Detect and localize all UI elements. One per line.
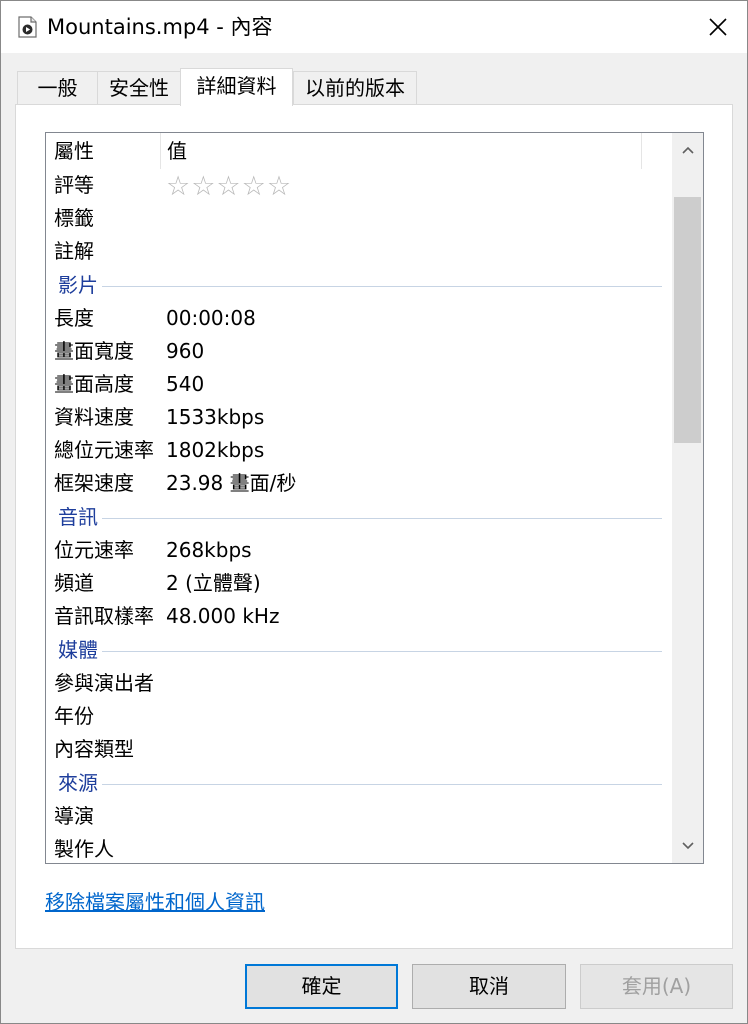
property-row[interactable]: 畫面高度 540	[46, 368, 672, 401]
group-header-audio: 音訊	[46, 501, 672, 534]
group-divider	[58, 518, 662, 519]
details-panel: 屬性 值 評等 ☆☆☆☆☆ 標籤 註解 影片 長度 00:00:08 畫面寬度 …	[15, 104, 733, 949]
scroll-down-button[interactable]	[672, 829, 703, 863]
column-divider[interactable]	[160, 133, 161, 169]
property-value: 1533kbps	[166, 405, 265, 429]
group-label: 媒體	[58, 634, 102, 667]
property-row[interactable]: 位元速率 268kbps	[46, 534, 672, 567]
tab-security[interactable]: 安全性	[97, 71, 181, 105]
video-file-icon	[18, 16, 37, 38]
property-value: 540	[166, 372, 205, 396]
window-title: Mountains.mp4 - 內容	[47, 15, 273, 39]
cancel-button[interactable]: 取消	[412, 964, 566, 1009]
property-name: 位元速率	[54, 538, 134, 562]
property-row[interactable]: 參與演出者	[46, 667, 672, 700]
property-row[interactable]: 製作人	[46, 833, 672, 863]
property-row[interactable]: 音訊取樣率 48.000 kHz	[46, 600, 672, 633]
property-value: 960	[166, 339, 205, 363]
group-label: 影片	[58, 269, 102, 302]
property-value: 00:00:08	[166, 306, 256, 330]
close-icon	[709, 18, 727, 36]
property-name: 框架速度	[54, 471, 134, 495]
property-row[interactable]: 畫面寬度 960	[46, 335, 672, 368]
property-row[interactable]: 長度 00:00:08	[46, 302, 672, 335]
vertical-scrollbar[interactable]	[672, 133, 703, 863]
scrollbar-thumb[interactable]	[674, 197, 701, 443]
property-value: 2 (立體聲)	[166, 571, 261, 595]
property-value: 1802kbps	[166, 438, 265, 462]
tab-general[interactable]: 一般	[17, 71, 98, 105]
chevron-down-icon	[681, 842, 694, 850]
scroll-up-button[interactable]	[672, 133, 703, 167]
property-name: 內容類型	[54, 737, 134, 761]
group-header-origin: 來源	[46, 767, 672, 800]
property-row[interactable]: 導演	[46, 800, 672, 833]
remove-properties-link[interactable]: 移除檔案屬性和個人資訊	[45, 888, 265, 916]
property-name: 音訊取樣率	[54, 604, 154, 628]
property-name: 年份	[54, 704, 94, 728]
property-row[interactable]: 註解	[46, 235, 672, 268]
group-label: 來源	[58, 767, 102, 800]
tab-previous-versions[interactable]: 以前的版本	[293, 71, 417, 105]
title-bar: Mountains.mp4 - 內容	[1, 1, 747, 53]
property-row-rating[interactable]: 評等 ☆☆☆☆☆	[46, 169, 672, 202]
property-row[interactable]: 內容類型	[46, 733, 672, 766]
apply-button[interactable]: 套用(A)	[580, 964, 733, 1009]
ok-button[interactable]: 確定	[245, 964, 398, 1009]
property-name: 導演	[54, 804, 94, 828]
property-name: 長度	[54, 306, 94, 330]
group-divider	[58, 286, 662, 287]
close-button[interactable]	[689, 1, 747, 53]
group-label: 音訊	[58, 501, 102, 534]
group-divider	[58, 651, 662, 652]
group-divider	[58, 784, 662, 785]
property-value: 23.98 畫面/秒	[166, 471, 297, 495]
property-row[interactable]: 框架速度 23.98 畫面/秒	[46, 467, 672, 500]
column-header-property[interactable]: 屬性	[54, 137, 94, 165]
property-value: 48.000 kHz	[166, 604, 280, 628]
property-value: 268kbps	[166, 538, 252, 562]
group-header-video: 影片	[46, 269, 672, 302]
property-name: 畫面寬度	[54, 339, 134, 363]
property-name: 頻道	[54, 571, 94, 595]
property-row[interactable]: 資料速度 1533kbps	[46, 401, 672, 434]
rating-stars[interactable]: ☆☆☆☆☆	[166, 170, 292, 203]
property-row[interactable]: 標籤	[46, 202, 672, 235]
column-divider	[641, 133, 642, 169]
list-header: 屬性 值	[46, 133, 672, 169]
properties-dialog: Mountains.mp4 - 內容 一般 安全性 詳細資料 以前的版本 屬性 …	[0, 0, 748, 1024]
tab-details[interactable]: 詳細資料	[180, 68, 293, 106]
property-name: 標籤	[54, 206, 94, 230]
property-name: 畫面高度	[54, 372, 134, 396]
property-row[interactable]: 年份	[46, 700, 672, 733]
property-row[interactable]: 總位元速率 1802kbps	[46, 434, 672, 467]
column-header-value[interactable]: 值	[167, 137, 187, 165]
group-header-media: 媒體	[46, 634, 672, 667]
property-name: 製作人	[54, 837, 114, 861]
property-name: 參與演出者	[54, 671, 154, 695]
property-name: 註解	[54, 239, 94, 263]
property-name: 總位元速率	[54, 438, 154, 462]
property-list[interactable]: 屬性 值 評等 ☆☆☆☆☆ 標籤 註解 影片 長度 00:00:08 畫面寬度 …	[45, 132, 704, 864]
property-name: 評等	[54, 173, 94, 197]
property-name: 資料速度	[54, 405, 134, 429]
chevron-up-icon	[681, 146, 694, 154]
property-row[interactable]: 頻道 2 (立體聲)	[46, 567, 672, 600]
